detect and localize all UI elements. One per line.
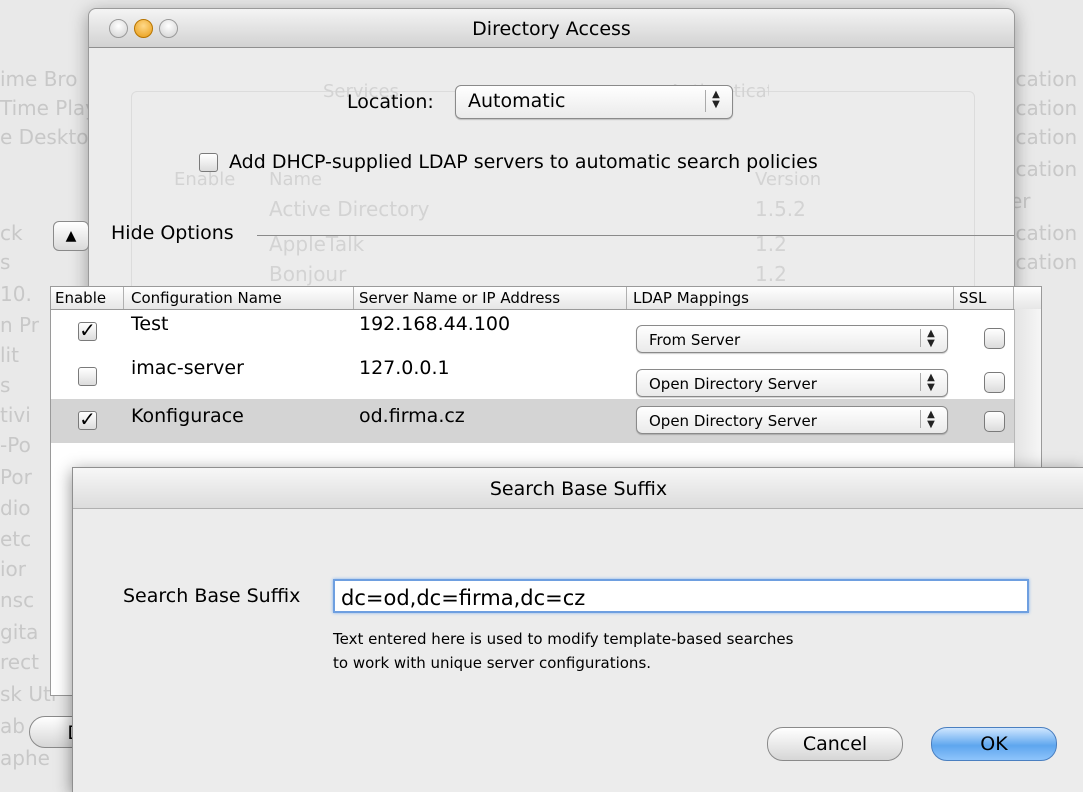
- ldap-mapping-popup[interactable]: Open Directory Server ▲ ▼: [636, 369, 948, 397]
- separator: [257, 235, 1014, 236]
- triangle-up-icon[interactable]: ▲: [53, 221, 89, 251]
- bg-text: ication: [1010, 125, 1078, 149]
- ldap-mapping-value: Open Directory Server: [649, 412, 817, 430]
- bg-text: ime Bro: [0, 67, 78, 91]
- config-name: Konfigurace: [131, 405, 244, 427]
- bg-row: Active Directory: [269, 197, 430, 221]
- ssl-checkbox[interactable]: [984, 372, 1005, 393]
- table-row-selected[interactable]: ✓ Konfigurace od.firma.cz Open Directory…: [51, 399, 1041, 443]
- sheet-title: Search Base Suffix: [489, 478, 668, 500]
- column-divider: [353, 287, 354, 309]
- enable-checkbox[interactable]: [78, 367, 97, 386]
- dhcp-checkbox[interactable]: [199, 153, 218, 172]
- col-config-name[interactable]: Configuration Name: [131, 289, 282, 307]
- search-base-suffix-input[interactable]: dc=od,dc=firma,dc=cz: [333, 579, 1029, 613]
- location-popup[interactable]: Automatic ▲ ▼: [455, 85, 733, 119]
- col-ldap-mappings[interactable]: LDAP Mappings: [633, 289, 749, 307]
- bg-row: Bonjour: [269, 262, 347, 286]
- location-label: Location:: [347, 91, 434, 113]
- table-row[interactable]: ✓ Test 192.168.44.100 From Server ▲ ▼: [51, 311, 1041, 355]
- ldap-mapping-popup[interactable]: Open Directory Server ▲ ▼: [636, 406, 948, 434]
- enable-checkbox[interactable]: ✓: [78, 409, 97, 430]
- ok-button[interactable]: OK: [931, 727, 1057, 761]
- col-enable[interactable]: Enable: [55, 289, 106, 307]
- server-address: 127.0.0.1: [359, 357, 450, 379]
- window-title: Directory Access: [472, 18, 631, 40]
- ssl-checkbox[interactable]: [984, 411, 1005, 432]
- ssl-checkbox[interactable]: [984, 328, 1005, 349]
- up-down-arrows-icon: ▲ ▼: [920, 373, 941, 393]
- search-base-suffix-label: Search Base Suffix: [123, 585, 301, 607]
- bg-text: s: [0, 250, 11, 274]
- up-down-arrows-icon: ▲ ▼: [920, 410, 941, 430]
- bg-text: ication: [1010, 96, 1078, 120]
- bg-row: 1.2: [755, 262, 787, 286]
- ldap-mapping-value: From Server: [649, 331, 741, 349]
- config-name: imac-server: [131, 357, 244, 379]
- bg-text: e Deskto: [0, 125, 89, 149]
- bg-text: Time Play: [0, 96, 92, 120]
- column-divider: [953, 287, 954, 309]
- config-name: Test: [131, 313, 169, 335]
- help-text-line: to work with unique server configuration…: [333, 654, 652, 672]
- bg-text: ication: [1010, 67, 1078, 91]
- bg-col: Enable: [174, 169, 236, 190]
- server-address: 192.168.44.100: [359, 313, 511, 335]
- column-divider: [626, 287, 627, 309]
- bg-text: ication: [1010, 157, 1078, 181]
- bg-text: ication: [1010, 221, 1078, 245]
- sheet-title-bar: Search Base Suffix: [73, 468, 1083, 509]
- help-text-line: Text entered here is used to modify temp…: [333, 630, 794, 648]
- table-row[interactable]: imac-server 127.0.0.1 Open Directory Ser…: [51, 355, 1041, 399]
- column-divider: [1013, 287, 1014, 309]
- title-bar[interactable]: Directory Access: [89, 9, 1014, 48]
- server-address: od.firma.cz: [359, 405, 465, 427]
- table-header: Enable Configuration Name Server Name or…: [51, 287, 1041, 310]
- ldap-mapping-popup[interactable]: From Server ▲ ▼: [636, 325, 948, 353]
- bg-panel: [131, 91, 975, 313]
- search-base-suffix-sheet: Search Base Suffix Search Base Suffix dc…: [72, 467, 1083, 792]
- bg-row: 1.5.2: [755, 197, 806, 221]
- col-ssl[interactable]: SSL: [959, 289, 986, 307]
- up-down-arrows-icon: ▲ ▼: [920, 329, 941, 349]
- enable-checkbox[interactable]: ✓: [78, 320, 97, 341]
- up-down-arrows-icon: ▲ ▼: [705, 90, 726, 112]
- ldap-mapping-value: Open Directory Server: [649, 375, 817, 393]
- location-value: Automatic: [468, 90, 566, 112]
- hide-options-label[interactable]: Hide Options: [111, 222, 234, 244]
- column-divider: [123, 287, 124, 309]
- col-server[interactable]: Server Name or IP Address: [359, 289, 560, 307]
- bg-text: er: [1010, 189, 1031, 213]
- bg-text: ication: [1010, 250, 1078, 274]
- cancel-button[interactable]: Cancel: [767, 727, 903, 761]
- dhcp-label: Add DHCP-supplied LDAP servers to automa…: [229, 151, 818, 173]
